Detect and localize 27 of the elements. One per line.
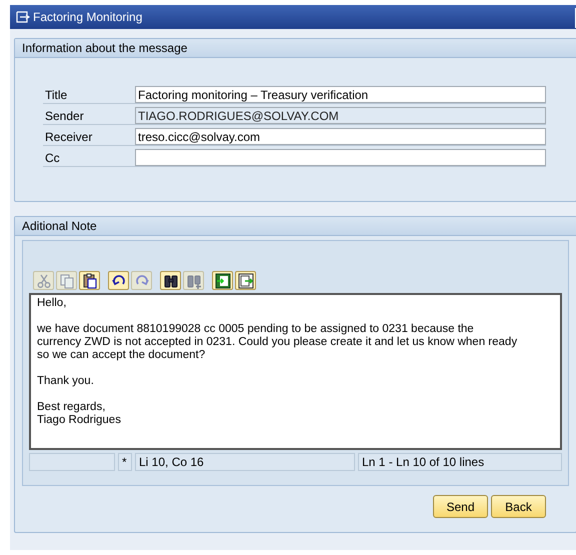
input-field[interactable] [135, 149, 546, 166]
text-line: Tiago Rodrigues [37, 414, 122, 427]
dialog-button[interactable]: Back [491, 495, 546, 518]
undo-icon[interactable] [108, 271, 129, 290]
window-title: Factoring Monitoring [33, 10, 142, 24]
input-field[interactable]: treso.cicc@solvay.com [135, 128, 546, 145]
form-icon [16, 11, 30, 23]
text-line: we have document 8810199028 cc 0005 pending to be assigned to 0231 because the currency ZWD is not accepted in 0231. Could you please create it and let us know when ready so we can accept the document? [37, 323, 518, 362]
modified-indicator: * [118, 453, 132, 471]
field-label: Title [44, 88, 68, 102]
group-header: Aditional Note [15, 217, 576, 236]
field-label: Receiver [44, 130, 94, 144]
cursor-position: Li 10, Co 16 [135, 453, 355, 471]
field-label: Cc [44, 150, 61, 164]
group-header: Information about the message [15, 39, 576, 58]
text-line: Best regards, [37, 401, 106, 414]
upload-icon[interactable] [212, 271, 233, 290]
dialog-button[interactable]: Send [433, 495, 488, 518]
text-line: Thank you. [37, 375, 95, 388]
text-line: Hello, [37, 297, 68, 310]
input-field[interactable]: Factoring monitoring – Treasury verification [135, 86, 546, 103]
field-label: Sender [44, 108, 85, 122]
paste-icon[interactable] [79, 271, 100, 290]
download-icon[interactable] [235, 271, 256, 290]
text-editor[interactable] [29, 293, 562, 450]
line-range: Ln 1 - Ln 10 of 10 lines [358, 453, 562, 471]
find-icon[interactable] [160, 271, 181, 290]
